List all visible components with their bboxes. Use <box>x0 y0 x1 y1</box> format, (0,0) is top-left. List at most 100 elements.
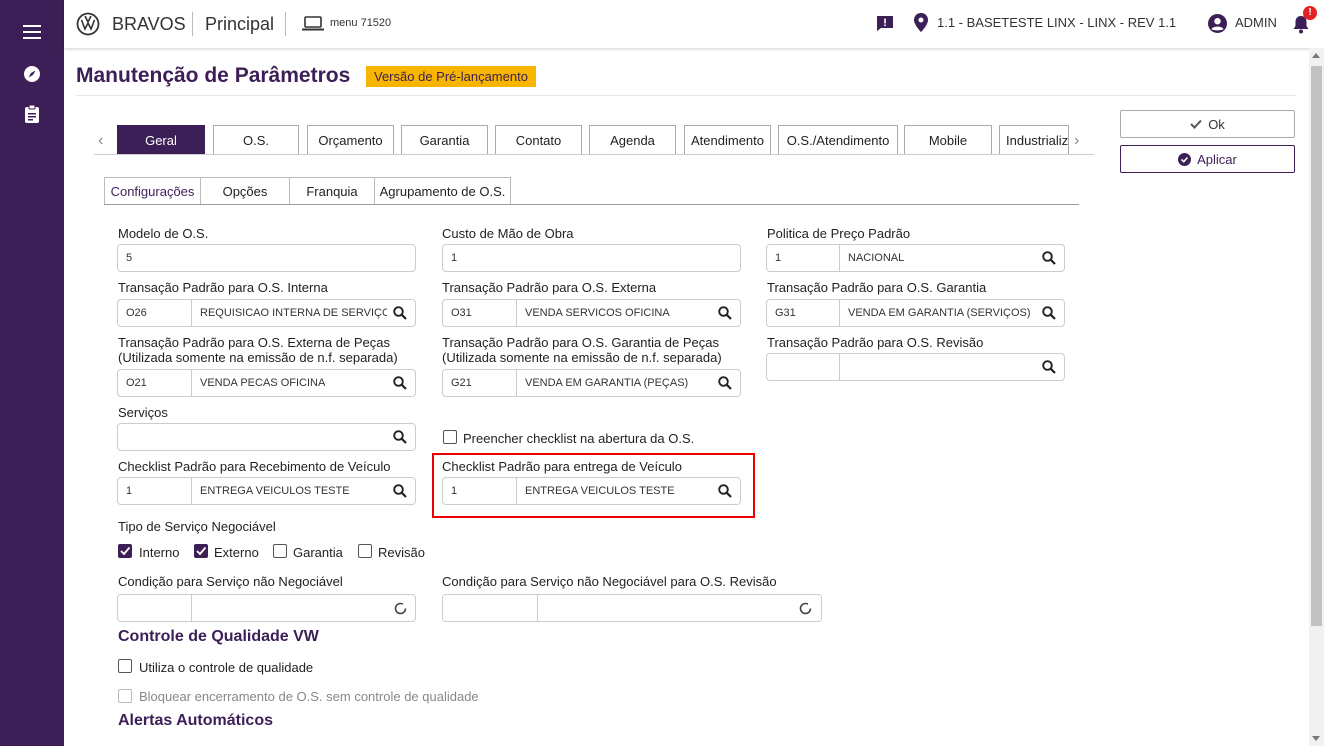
trans-interna-input[interactable]: O26 REQUISICAO INTERNA DE SERVIÇO - <box>117 299 416 327</box>
clipboard-icon[interactable] <box>20 102 44 126</box>
subtab-opcoes[interactable]: Opções <box>200 177 290 205</box>
usa-controle-qualidade-label: Utiliza o controle de qualidade <box>139 660 314 675</box>
trans-garantia-label: Transação Padrão para O.S. Garantia <box>767 280 987 295</box>
apply-button-label: Aplicar <box>1197 151 1237 167</box>
check-circle-icon <box>1178 152 1192 166</box>
modelo-os-input[interactable]: 5 <box>117 244 416 272</box>
custo-mao-obra-label: Custo de Mão de Obra <box>442 226 574 241</box>
search-icon[interactable] <box>393 430 407 444</box>
scroll-up-arrow-icon[interactable] <box>1312 53 1320 58</box>
preencher-checklist-checkbox[interactable] <box>443 430 457 444</box>
tab-os[interactable]: O.S. <box>213 125 299 155</box>
preencher-checklist-label: Preencher checklist na abertura da O.S. <box>463 431 695 446</box>
feedback-icon[interactable] <box>876 15 894 37</box>
laptop-icon <box>302 16 324 36</box>
tab-os-atendimento[interactable]: O.S./Atendimento <box>778 125 898 155</box>
title-divider <box>76 95 1296 96</box>
tab-garantia[interactable]: Garantia <box>401 125 488 155</box>
search-icon[interactable] <box>393 484 407 498</box>
cond-nao-neg-rev-input[interactable] <box>442 594 822 622</box>
user-name[interactable]: ADMIN <box>1235 15 1277 30</box>
tab-contato[interactable]: Contato <box>495 125 582 155</box>
tab-mobile[interactable]: Mobile <box>904 125 992 155</box>
prerelease-badge: Versão de Pré-lançamento <box>366 66 536 87</box>
top-header: BRAVOS Principal menu 71520 1.1 - BASETE… <box>64 0 1324 48</box>
vertical-scrollbar[interactable] <box>1309 48 1324 746</box>
vw-logo-icon <box>76 12 100 41</box>
search-icon[interactable] <box>718 306 732 320</box>
header-divider <box>192 12 193 36</box>
trans-ext-pecas-input[interactable]: O21 VENDA PECAS OFICINA <box>117 369 416 397</box>
tab-orcamento[interactable]: Orçamento <box>307 125 394 155</box>
search-icon[interactable] <box>393 306 407 320</box>
ok-button-label: Ok <box>1208 116 1225 132</box>
tipo-revisao-label: Revisão <box>378 545 425 560</box>
custo-mao-obra-input[interactable]: 1 <box>442 244 741 272</box>
tab-geral[interactable]: Geral <box>117 125 205 155</box>
trans-revisao-input[interactable] <box>766 353 1065 381</box>
subtab-configuracoes[interactable]: Configurações <box>104 177 201 205</box>
tab-industrializacao[interactable]: Industrializ <box>999 125 1069 155</box>
loading-spinner-icon <box>394 602 407 615</box>
compass-icon[interactable] <box>20 62 44 86</box>
search-icon[interactable] <box>1042 360 1056 374</box>
check-icon <box>1190 119 1202 129</box>
trans-ext-pecas-note: (Utilizada somente na emissão de n.f. se… <box>118 350 398 365</box>
scroll-thumb[interactable] <box>1311 66 1322 626</box>
location-pin-icon[interactable] <box>914 13 928 37</box>
search-icon[interactable] <box>393 376 407 390</box>
bloquear-encerramento-label: Bloquear encerramento de O.S. sem contro… <box>139 689 479 704</box>
tabs-scroll-left-icon[interactable]: ‹ <box>98 132 103 150</box>
checklist-receb-label: Checklist Padrão para Recebimento de Veí… <box>118 459 391 474</box>
subtab-agrupamento-os[interactable]: Agrupamento de O.S. <box>374 177 511 205</box>
tabs-scroll-right-icon[interactable]: › <box>1074 132 1079 150</box>
search-icon[interactable] <box>718 484 732 498</box>
trans-interna-label: Transação Padrão para O.S. Interna <box>118 280 328 295</box>
notification-badge: ! <box>1303 6 1317 20</box>
header-divider <box>285 12 286 36</box>
left-sidebar <box>0 0 64 746</box>
usa-controle-qualidade-checkbox[interactable] <box>118 659 132 673</box>
trans-ext-pecas-label: Transação Padrão para O.S. Externa de Pe… <box>118 335 390 350</box>
tipo-interno-checkbox[interactable] <box>118 544 132 558</box>
trans-garantia-input[interactable]: G31 VENDA EM GARANTIA (SERVIÇOS) <box>766 299 1065 327</box>
trans-externa-input[interactable]: O31 VENDA SERVICOS OFICINA <box>442 299 741 327</box>
cond-nao-neg-input[interactable] <box>117 594 416 622</box>
qualidade-section-title: Controle de Qualidade VW <box>118 628 319 645</box>
tipo-externo-checkbox[interactable] <box>194 544 208 558</box>
checklist-entrega-label: Checklist Padrão para entrega de Veículo <box>442 459 682 474</box>
subtabs-divider <box>104 204 1079 205</box>
loading-spinner-icon <box>799 602 812 615</box>
trans-revisao-label: Transação Padrão para O.S. Revisão <box>767 335 984 350</box>
modelo-os-label: Modelo de O.S. <box>118 226 209 241</box>
menu-hamburger-icon[interactable] <box>20 20 44 44</box>
trans-gar-pecas-note: (Utilizada somente na emissão de n.f. se… <box>442 350 722 365</box>
tab-agenda[interactable]: Agenda <box>589 125 676 155</box>
trans-externa-label: Transação Padrão para O.S. Externa <box>442 280 657 295</box>
search-icon[interactable] <box>1042 251 1056 265</box>
user-account-icon[interactable] <box>1208 14 1227 38</box>
main-content: Manutenção de Parâmetros Versão de Pré-l… <box>64 48 1309 746</box>
tipo-garantia-checkbox[interactable] <box>273 544 287 558</box>
search-icon[interactable] <box>718 376 732 390</box>
bloquear-encerramento-checkbox <box>118 689 132 703</box>
scroll-down-arrow-icon[interactable] <box>1312 736 1320 741</box>
subtab-franquia[interactable]: Franquia <box>289 177 375 205</box>
servicos-input[interactable] <box>117 423 416 451</box>
politica-preco-input[interactable]: 1 NACIONAL <box>766 244 1065 272</box>
tabs-divider <box>94 154 1094 155</box>
tab-atendimento[interactable]: Atendimento <box>684 125 771 155</box>
alertas-section-title: Alertas Automáticos <box>118 712 273 729</box>
menu-code[interactable]: menu 71520 <box>330 17 391 29</box>
trans-gar-pecas-input[interactable]: G21 VENDA EM GARANTIA (PEÇAS) <box>442 369 741 397</box>
checklist-entrega-input[interactable]: 1 ENTREGA VEICULOS TESTE <box>442 477 741 505</box>
ok-button[interactable]: Ok <box>1120 110 1295 138</box>
tipo-servico-label: Tipo de Serviço Negociável <box>118 519 276 534</box>
checklist-receb-input[interactable]: 1 ENTREGA VEICULOS TESTE <box>117 477 416 505</box>
tipo-revisao-checkbox[interactable] <box>358 544 372 558</box>
search-icon[interactable] <box>1042 306 1056 320</box>
location-selector[interactable]: 1.1 - BASETESTE LINX - LINX - REV 1.1 <box>937 15 1176 30</box>
tipo-externo-label: Externo <box>214 545 259 560</box>
servicos-label: Serviços <box>118 405 168 420</box>
apply-button[interactable]: Aplicar <box>1120 145 1295 173</box>
